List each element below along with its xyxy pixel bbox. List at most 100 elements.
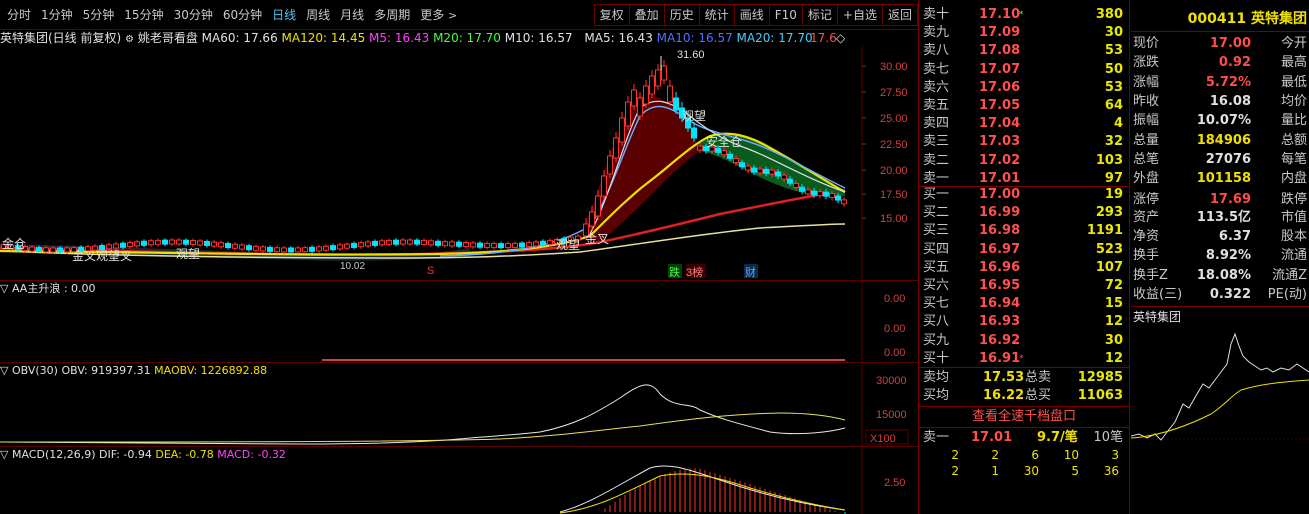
quote-right-label: 市值 bbox=[1280, 209, 1307, 225]
ask-row[interactable]: 卖三 17.03 32 bbox=[919, 133, 1129, 151]
bid-volume: 72 bbox=[1104, 278, 1123, 293]
bid-label: 买四 bbox=[923, 241, 950, 257]
ask-row[interactable]: 卖六 17.06 53 bbox=[919, 79, 1129, 97]
indicator-name[interactable]: 姚老哥看盘 bbox=[138, 31, 198, 45]
tab-fenshi[interactable]: 分时 bbox=[2, 7, 36, 24]
queue-count: 10笔 bbox=[1093, 430, 1123, 445]
ma20-value: MA20: 17.70 bbox=[736, 31, 813, 45]
aa-panel-chart[interactable]: 0.00 0.00 0.00 bbox=[0, 282, 918, 362]
candle-body bbox=[281, 247, 287, 253]
y-tick-17-5: 17.50 bbox=[880, 189, 908, 201]
tab-5min[interactable]: 5分钟 bbox=[78, 7, 120, 24]
candle-body bbox=[267, 246, 273, 252]
view-full-depth-button[interactable]: 查看全速千档盘口 bbox=[919, 406, 1129, 428]
quote-label: 换手Z bbox=[1133, 267, 1168, 283]
ask-label: 卖八 bbox=[923, 43, 950, 59]
bid-row[interactable]: 买七 16.94 15 bbox=[919, 295, 1129, 313]
bid-row[interactable]: 买九 16.92 30 bbox=[919, 332, 1129, 350]
bang-badge[interactable]: 3榜 bbox=[686, 265, 703, 279]
candle-body bbox=[691, 127, 697, 139]
quote-right-label: 股本 bbox=[1280, 229, 1307, 244]
candle-body bbox=[127, 242, 133, 248]
back-button[interactable]: 返回 bbox=[881, 4, 918, 26]
mini-intraday-chart[interactable] bbox=[1131, 324, 1309, 514]
tab-30min[interactable]: 30分钟 bbox=[169, 7, 218, 24]
ask-label: 卖九 bbox=[923, 25, 950, 41]
bid-row[interactable]: 买四 16.97 523 bbox=[919, 241, 1129, 259]
ask-row[interactable]: 卖二 17.02 103 bbox=[919, 152, 1129, 170]
candle-body bbox=[625, 101, 631, 127]
bid-row[interactable]: 买八 16.93 12 bbox=[919, 313, 1129, 331]
candle-body bbox=[246, 245, 252, 251]
obv-panel-chart[interactable]: 30000 15000 X100 bbox=[0, 364, 918, 446]
bid-volume: 523 bbox=[1095, 241, 1123, 257]
quote-right-label: 流通Z bbox=[1272, 267, 1307, 283]
ask-price: 17.02 bbox=[979, 152, 1021, 168]
bid-row[interactable]: 买一 17.00 19 bbox=[919, 186, 1129, 204]
mark-button[interactable]: 标记 bbox=[801, 4, 838, 26]
candle-body bbox=[414, 239, 420, 245]
ask-row[interactable]: 卖九 17.09 30 bbox=[919, 24, 1129, 42]
history-button[interactable]: 历史 bbox=[663, 4, 700, 26]
stock-title[interactable]: 000411 英特集团 bbox=[1131, 8, 1307, 30]
ask-row[interactable]: 卖四 17.04 4 bbox=[919, 115, 1129, 133]
ask-row[interactable]: 卖十 17.10 * 380 bbox=[919, 6, 1129, 24]
dea-line bbox=[559, 473, 846, 514]
quote-row: 外盘 101158 内盘 bbox=[1131, 169, 1309, 188]
tab-60min[interactable]: 60分钟 bbox=[218, 7, 267, 24]
f10-button[interactable]: F10 bbox=[768, 4, 803, 26]
quote-value: 101158 bbox=[1196, 171, 1251, 187]
candle-body bbox=[745, 165, 751, 171]
candle-body bbox=[330, 245, 336, 251]
settings-icon[interactable]: ⚙ bbox=[125, 34, 134, 45]
stats-button[interactable]: 统计 bbox=[698, 4, 735, 26]
candle-body bbox=[491, 243, 497, 249]
tab-1min[interactable]: 1分钟 bbox=[36, 7, 78, 24]
draw-line-button[interactable]: 画线 bbox=[733, 4, 770, 26]
bid-row[interactable]: 买六 16.95 72 bbox=[919, 277, 1129, 295]
quote-value: 0.322 bbox=[1209, 286, 1251, 302]
avg-ask: 17.53 bbox=[983, 370, 1025, 385]
ask-row[interactable]: 卖七 17.07 50 bbox=[919, 61, 1129, 79]
bid-price: 16.94 bbox=[979, 296, 1021, 312]
bid-row[interactable]: 买三 16.98 1191 bbox=[919, 222, 1129, 240]
quote-right-label: PE(动) bbox=[1267, 286, 1307, 302]
tab-multi-period[interactable]: 多周期 bbox=[369, 7, 415, 24]
avg-bid: 16.22 bbox=[983, 388, 1025, 403]
ask-row[interactable]: 卖八 17.08 53 bbox=[919, 42, 1129, 60]
bid-volume: 293 bbox=[1095, 205, 1123, 221]
die-badge[interactable]: 跌 bbox=[669, 265, 680, 279]
bid-row[interactable]: 买十 16.91 * 12 bbox=[919, 350, 1129, 368]
cai-badge[interactable]: 财 bbox=[745, 265, 756, 279]
candle-body bbox=[162, 239, 168, 245]
main-kline-chart[interactable]: 31.60 10.02 金叉观望叉 观望 观望 金叉 观望 安全仓 金仓 S 跌… bbox=[0, 46, 918, 282]
bid-row[interactable]: 买五 16.96 107 bbox=[919, 259, 1129, 277]
total-ask: 12985 bbox=[1077, 370, 1123, 385]
price-tick-labels: 30.00 27.50 25.00 22.50 20.00 17.50 15.0… bbox=[880, 61, 908, 225]
overlay-button[interactable]: 叠加 bbox=[628, 4, 665, 26]
ask-label: 卖六 bbox=[923, 79, 950, 95]
candle-body bbox=[183, 239, 189, 245]
tab-monthly[interactable]: 月线 bbox=[335, 7, 369, 24]
stock-label[interactable]: 英特集团(日线 前复权) bbox=[0, 31, 121, 45]
candle-body bbox=[607, 155, 613, 175]
add-watchlist-button[interactable]: +自选 bbox=[836, 4, 883, 26]
fuquan-button[interactable]: 复权 bbox=[593, 4, 630, 26]
m20-value: M20: 17.70 bbox=[433, 31, 501, 45]
avg-ask-row: 卖均 17.53 总卖 12985 bbox=[919, 369, 1129, 387]
tab-weekly[interactable]: 周线 bbox=[301, 7, 335, 24]
ma120-value: MA120: 14.45 bbox=[281, 31, 366, 45]
tab-daily[interactable]: 日线 bbox=[267, 7, 301, 24]
quote-right-label: 最低 bbox=[1280, 74, 1307, 90]
ask-label: 卖三 bbox=[923, 134, 950, 150]
dif-line bbox=[559, 465, 846, 513]
annotation-guanwang: 观望 bbox=[176, 247, 200, 261]
macd-panel-chart[interactable]: 2.50 bbox=[0, 448, 918, 514]
candle-body bbox=[512, 242, 518, 248]
total-bid: 11063 bbox=[1077, 388, 1123, 403]
bid-row[interactable]: 买二 16.99 293 bbox=[919, 204, 1129, 222]
ask-row[interactable]: 卖五 17.05 64 bbox=[919, 97, 1129, 115]
tab-15min[interactable]: 15分钟 bbox=[119, 7, 168, 24]
ask-label: 卖五 bbox=[923, 98, 950, 113]
tab-more[interactable]: 更多 > bbox=[415, 7, 462, 24]
